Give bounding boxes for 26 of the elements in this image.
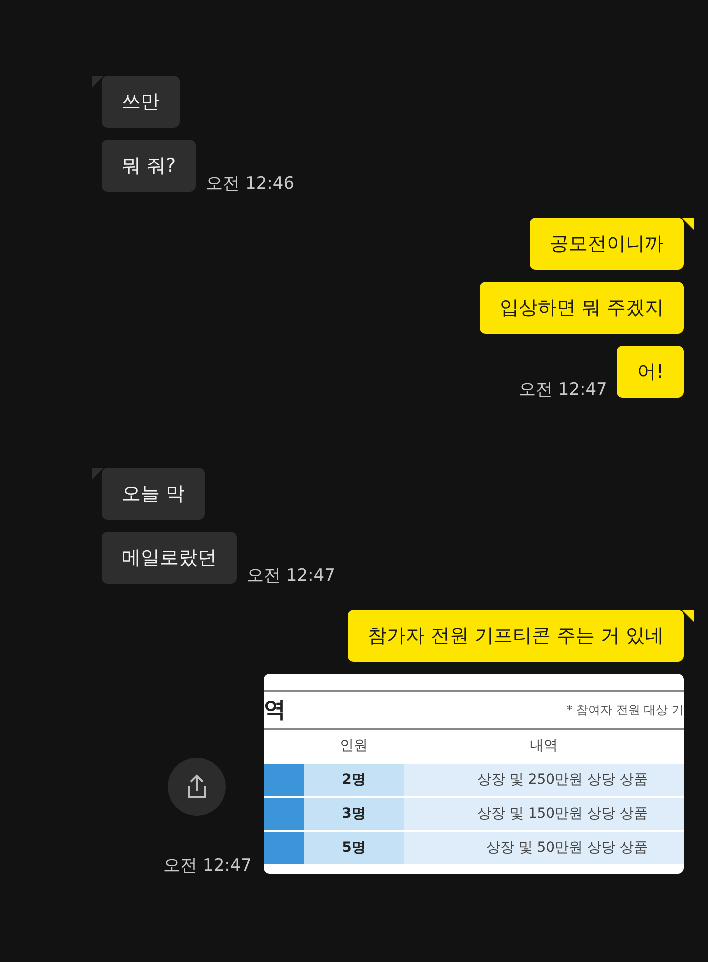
table-cell: 3명	[304, 798, 404, 830]
timestamp: 오전 12:47	[518, 380, 608, 400]
document-title: 역	[264, 697, 286, 725]
table-cell: 5명	[304, 832, 404, 864]
column-header: 내역	[529, 737, 559, 756]
column-header: 인원	[339, 737, 369, 756]
timestamp: 오전 12:47	[164, 856, 252, 876]
message-bubble: 공모전이니까	[530, 218, 684, 270]
message-bubble: 오늘 막	[102, 468, 206, 520]
table-cell: 상장 및 250만원 상당 상품	[404, 764, 684, 796]
document-note: * 참여자 전원 대상 기	[566, 702, 684, 718]
table-cell: 상장 및 150만원 상당 상품	[404, 798, 684, 830]
table-cell: 상장 및 50만원 상당 상품	[404, 832, 684, 864]
message-bubble: 참가자 전원 기프티콘 주는 거 있네	[348, 610, 684, 662]
message-bubble: 메일로랐던	[102, 532, 237, 584]
table-cell: 2명	[304, 764, 404, 796]
message-bubble: 입상하면 뭐 주겠지	[480, 282, 684, 334]
document-image[interactable]: 역 * 참여자 전원 대상 기 인원 내역 2명 상장 및 250만원 상당 상품 3명 상장 및 150만원 상당 상품 5명 상장 및 50만원 상당 상품	[264, 674, 684, 874]
table-cell	[264, 764, 304, 796]
table-cell	[264, 832, 304, 864]
table-cell	[264, 798, 304, 830]
timestamp: 오전 12:47	[247, 566, 336, 586]
timestamp: 오전 12:46	[206, 174, 295, 194]
message-bubble: 어!	[617, 346, 684, 398]
message-bubble: 뭐 줘?	[102, 140, 196, 192]
message-bubble: 쓰만	[102, 76, 180, 128]
